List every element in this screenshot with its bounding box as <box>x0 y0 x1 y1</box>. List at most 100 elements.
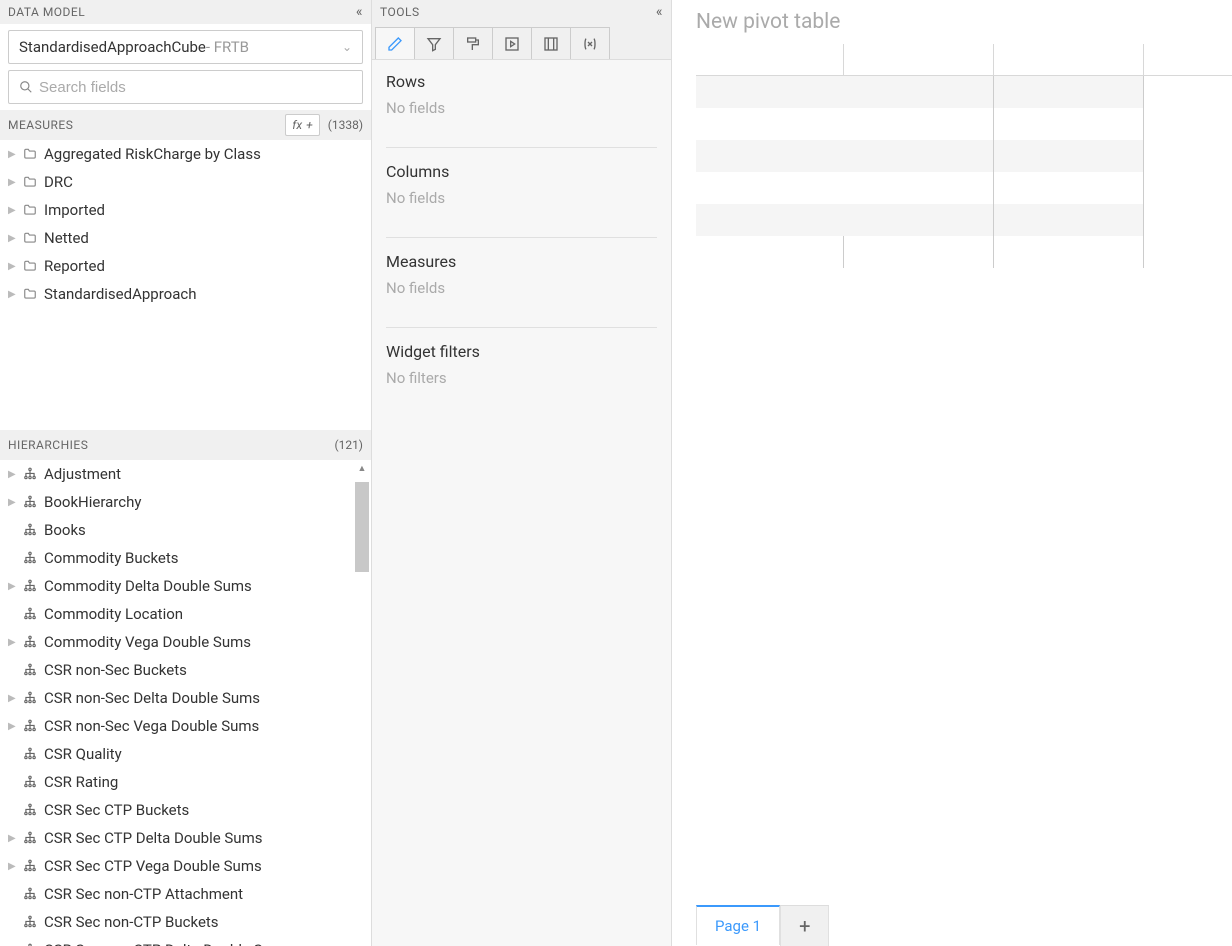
hierarchies-list[interactable]: ▶Adjustment▶BookHierarchy▶Books▶Commodit… <box>0 460 371 946</box>
search-input[interactable] <box>39 79 352 96</box>
pivot-cell[interactable] <box>994 140 1144 172</box>
pivot-cell[interactable] <box>696 236 844 268</box>
measures-section[interactable]: Measures No fields <box>386 252 657 328</box>
pivot-cell[interactable] <box>994 172 1144 204</box>
pivot-grid[interactable] <box>696 44 1232 268</box>
pivot-header-cell[interactable] <box>844 44 994 76</box>
pivot-cell[interactable] <box>844 236 994 268</box>
pivot-cell[interactable] <box>1144 140 1232 172</box>
pivot-header-cell[interactable] <box>994 44 1144 76</box>
scroll-up-icon[interactable]: ▲ <box>355 462 369 476</box>
pivot-header-cell[interactable] <box>696 44 844 76</box>
pivot-cell[interactable] <box>994 236 1144 268</box>
measures-title: Measures <box>386 252 657 271</box>
hierarchy-item[interactable]: ▶ Adjustment <box>0 460 371 488</box>
hierarchy-item[interactable]: ▶CSR Sec non-CTP Attachment <box>0 880 371 908</box>
pivot-cell[interactable] <box>844 204 994 236</box>
caret-icon[interactable]: ▶ <box>8 233 18 244</box>
pivot-cell[interactable] <box>1144 204 1232 236</box>
fx-button[interactable]: fx + <box>285 114 319 136</box>
search-fields-box[interactable] <box>8 70 363 104</box>
hierarchy-item[interactable]: ▶CSR Sec non-CTP Buckets <box>0 908 371 936</box>
hierarchy-label: CSR Sec non-CTP Attachment <box>44 885 243 903</box>
pivot-cell[interactable] <box>844 140 994 172</box>
scrollbar-thumb[interactable] <box>355 482 369 572</box>
pivot-title[interactable]: New pivot table <box>672 0 1232 44</box>
collapse-left-icon[interactable]: « <box>656 4 663 20</box>
caret-icon[interactable]: ▶ <box>8 149 18 160</box>
hierarchy-item[interactable]: ▶CSR non-Sec Buckets <box>0 656 371 684</box>
tab-variable[interactable] <box>570 27 610 59</box>
measure-item[interactable]: ▶ Netted <box>0 224 371 252</box>
pivot-cell[interactable] <box>844 76 994 108</box>
hierarchy-item[interactable]: ▶Commodity Location <box>0 600 371 628</box>
rows-section[interactable]: Rows No fields <box>386 72 657 148</box>
hierarchy-item[interactable]: ▶CSR Sec CTP Delta Double Sums <box>0 824 371 852</box>
measure-label: Aggregated RiskCharge by Class <box>44 145 261 163</box>
hierarchy-item[interactable]: ▶Commodity Vega Double Sums <box>0 628 371 656</box>
pivot-cell[interactable] <box>844 108 994 140</box>
hierarchy-item[interactable]: ▶CSR non-Sec Vega Double Sums <box>0 712 371 740</box>
hierarchies-title: HIERARCHIES <box>8 438 334 452</box>
pivot-cell[interactable] <box>696 108 844 140</box>
measure-item[interactable]: ▶ Aggregated RiskCharge by Class <box>0 140 371 168</box>
pivot-cell[interactable] <box>844 172 994 204</box>
tab-format[interactable] <box>453 27 493 59</box>
pivot-cell[interactable] <box>994 76 1144 108</box>
caret-icon[interactable]: ▶ <box>8 497 18 508</box>
measure-label: Netted <box>44 229 89 247</box>
pivot-cell[interactable] <box>994 204 1144 236</box>
hierarchy-item[interactable]: ▶BookHierarchy <box>0 488 371 516</box>
caret-icon[interactable]: ▶ <box>8 289 18 300</box>
caret-icon[interactable]: ▶ <box>8 833 18 844</box>
pivot-cell[interactable] <box>1144 172 1232 204</box>
collapse-left-icon[interactable]: « <box>356 4 363 20</box>
pivot-cell[interactable] <box>696 140 844 172</box>
add-page-button[interactable]: + <box>780 906 829 946</box>
pivot-cell[interactable] <box>696 204 844 236</box>
pivot-cell[interactable] <box>696 172 844 204</box>
caret-icon[interactable]: ▶ <box>8 581 18 592</box>
caret-icon[interactable]: ▶ <box>8 861 18 872</box>
data-model-header: DATA MODEL « <box>0 0 371 24</box>
hierarchy-item[interactable]: ▶Commodity Delta Double Sums <box>0 572 371 600</box>
hierarchy-label: Adjustment <box>44 465 121 483</box>
measure-item[interactable]: ▶Reported <box>0 252 371 280</box>
cube-selector[interactable]: StandardisedApproachCube - FRTB ⌄ <box>8 30 363 64</box>
hierarchy-icon <box>22 691 38 705</box>
tab-edit[interactable] <box>375 27 415 59</box>
pivot-header-cell[interactable] <box>1144 44 1232 76</box>
pivot-cell[interactable] <box>696 76 844 108</box>
tab-layout[interactable] <box>531 27 571 59</box>
hierarchy-icon <box>22 859 38 873</box>
hierarchy-item[interactable]: ▶CSR Sec CTP Vega Double Sums <box>0 852 371 880</box>
measure-item[interactable]: ▶ Imported <box>0 196 371 224</box>
caret-icon[interactable]: ▶ <box>8 693 18 704</box>
measure-item[interactable]: ▶StandardisedApproach <box>0 280 371 308</box>
caret-icon[interactable]: ▶ <box>8 721 18 732</box>
hierarchy-item[interactable]: ▶CSR Sec CTP Buckets <box>0 796 371 824</box>
hierarchy-item[interactable]: ▶Books <box>0 516 371 544</box>
filters-section[interactable]: Widget filters No filters <box>386 342 657 417</box>
pivot-cell[interactable] <box>1144 76 1232 108</box>
caret-icon[interactable]: ▶ <box>8 637 18 648</box>
hierarchy-item[interactable]: ▶CSR Sec non-CTP Delta Double Sums <box>0 936 371 946</box>
caret-icon[interactable]: ▶ <box>8 261 18 272</box>
caret-icon[interactable]: ▶ <box>8 205 18 216</box>
caret-icon[interactable]: ▶ <box>8 469 18 480</box>
hierarchy-item[interactable]: ▶CSR non-Sec Delta Double Sums <box>0 684 371 712</box>
fx-label: fx <box>292 118 302 132</box>
hierarchy-item[interactable]: ▶CSR Quality <box>0 740 371 768</box>
measure-item[interactable]: ▶DRC <box>0 168 371 196</box>
hierarchy-item[interactable]: ▶CSR Rating <box>0 768 371 796</box>
page-tab-1[interactable]: Page 1 <box>696 905 780 945</box>
hierarchy-item[interactable]: ▶Commodity Buckets <box>0 544 371 572</box>
pivot-cell[interactable] <box>994 108 1144 140</box>
tab-action[interactable] <box>492 27 532 59</box>
caret-icon[interactable]: ▶ <box>8 177 18 188</box>
pivot-cell[interactable] <box>1144 108 1232 140</box>
tab-filter[interactable] <box>414 27 454 59</box>
pivot-cell[interactable] <box>1144 236 1232 268</box>
columns-section[interactable]: Columns No fields <box>386 162 657 238</box>
measure-label: Imported <box>44 201 105 219</box>
